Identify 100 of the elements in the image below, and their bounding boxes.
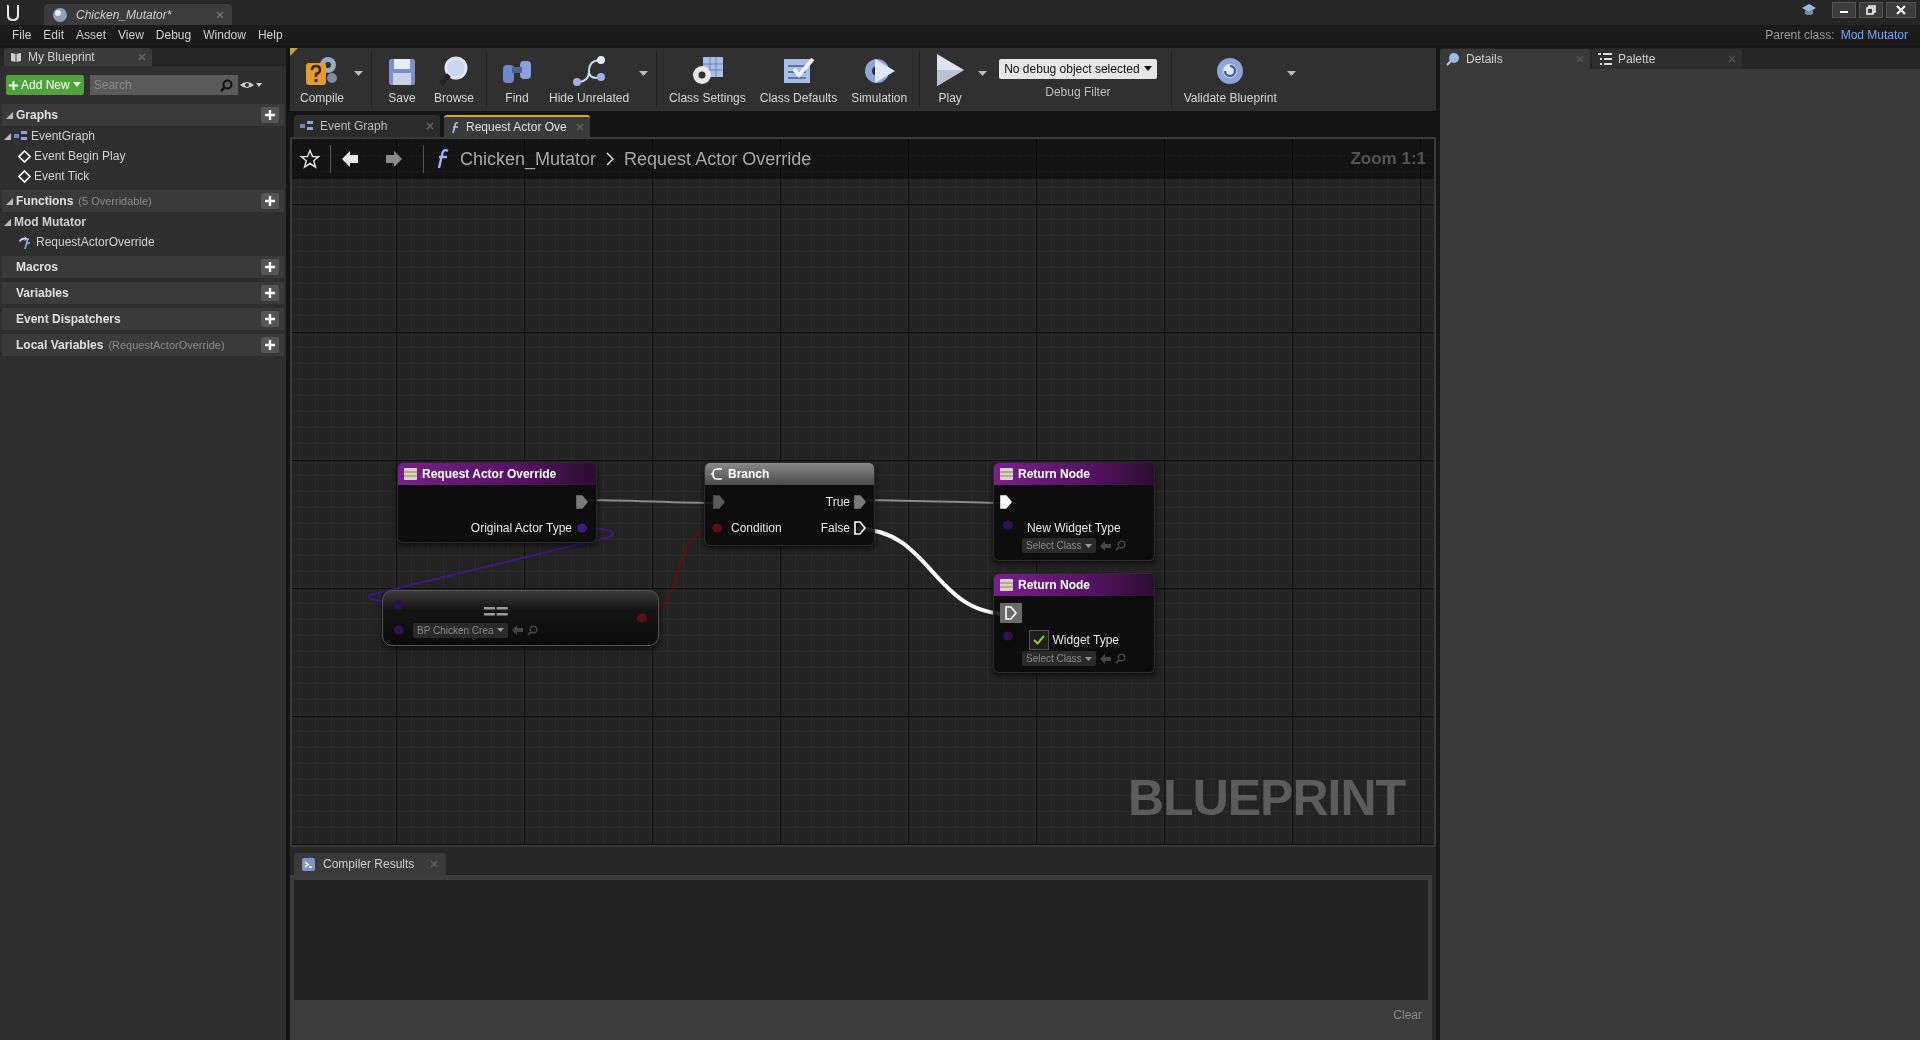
dropdown-arrow-icon[interactable]	[1286, 70, 1296, 77]
breadcrumb-link[interactable]: Chicken_Mutator	[460, 145, 597, 173]
pin-label: Widget Type	[1052, 632, 1120, 649]
tree-item[interactable]: Event Tick	[34, 167, 90, 185]
add-button[interactable]	[261, 193, 279, 209]
section-header[interactable]: Variables	[2, 282, 284, 304]
forward-arrow-icon[interactable]	[385, 150, 403, 168]
expand-arrow-icon[interactable]	[4, 218, 11, 226]
star-icon[interactable]	[300, 149, 320, 169]
tree-item[interactable]: RequestActorOverride	[36, 233, 155, 251]
plus-icon	[265, 288, 275, 298]
dropdown-arrow-icon[interactable]	[354, 70, 363, 77]
menu-item[interactable]: Edit	[37, 26, 71, 44]
corner-marker-icon	[290, 48, 298, 56]
connected-nodes-icon	[572, 55, 607, 87]
toolbar-button[interactable]: Validate Blueprint	[1177, 48, 1283, 111]
section-header[interactable]: Local Variables (RequestActorOverride)	[2, 334, 284, 356]
toolbar-button[interactable]: Class Settings	[663, 48, 752, 111]
tree-item[interactable]: Event Begin Play	[34, 147, 126, 165]
expand-arrow-icon[interactable]	[6, 111, 13, 119]
caret-icon	[1143, 66, 1152, 71]
play-icon	[935, 53, 966, 87]
section-header[interactable]: Graphs	[2, 104, 284, 126]
back-arrow-icon[interactable]	[341, 150, 359, 168]
graduation-cap-icon[interactable]	[1801, 3, 1817, 17]
minimize-button[interactable]	[1832, 2, 1856, 18]
menu-item[interactable]: Debug	[149, 26, 198, 44]
node-header: Branch	[705, 463, 874, 485]
add-button[interactable]	[261, 311, 279, 327]
dropdown-arrow-icon[interactable]	[639, 70, 649, 77]
list-icon	[1598, 53, 1612, 65]
toolbar-button[interactable]: Class Defaults	[753, 48, 844, 111]
chevron-icon	[606, 152, 615, 166]
toolbar-button[interactable]: Play	[926, 48, 975, 111]
debug-filter-label: Debug Filter	[1045, 83, 1111, 101]
toolbar-button[interactable]: Browse	[428, 48, 481, 111]
expand-arrow-icon[interactable]	[6, 197, 13, 205]
blueprint-node[interactable]: Return Node New Widget Type Select Class	[993, 462, 1155, 561]
checkmark-icon	[1032, 635, 1045, 645]
dropdown-arrow-icon[interactable]	[978, 70, 988, 77]
restore-button[interactable]	[1859, 2, 1883, 18]
node-function-icon	[1000, 468, 1013, 480]
toolbar-button[interactable]: Compile	[294, 48, 350, 111]
graph-icon	[14, 131, 28, 141]
class-picker-dropdown[interactable]: BP Chicken Crea	[413, 622, 508, 638]
close-icon	[1896, 5, 1906, 15]
blueprint-node[interactable]: BP Chicken Crea ==	[382, 590, 659, 646]
graph-icon	[300, 121, 314, 131]
add-button[interactable]	[261, 107, 279, 123]
section-header[interactable]: Macros	[2, 256, 284, 278]
toolbar-button[interactable]: Hide Unrelated	[543, 48, 636, 111]
close-icon[interactable]	[426, 122, 434, 130]
my-blueprint-tab[interactable]: My Blueprint	[4, 48, 152, 66]
parent-class-link[interactable]: Mod Mutator	[1840, 26, 1908, 44]
add-button[interactable]	[261, 337, 279, 353]
toolbar-button[interactable]: Save	[378, 48, 426, 111]
tree-item[interactable]: EventGraph	[31, 127, 96, 145]
pin-label: Original Actor Type	[470, 520, 572, 537]
panel-tab[interactable]: Details	[1440, 49, 1590, 69]
menu-item[interactable]: Window	[197, 26, 252, 44]
expand-arrow-icon[interactable]	[4, 132, 11, 140]
logo-icon	[4, 2, 22, 22]
breadcrumb-link[interactable]: Request Actor Override	[624, 145, 812, 173]
menu-item[interactable]: View	[112, 26, 150, 44]
section-header[interactable]: Event Dispatchers	[2, 308, 284, 330]
diamond-icon	[18, 169, 31, 183]
panel-tab[interactable]: Palette	[1592, 49, 1742, 69]
pin-label: False	[820, 520, 850, 537]
search-icon	[219, 78, 233, 92]
blueprint-node[interactable]: Return Node Widget Type Select Class	[993, 573, 1155, 673]
plus-icon	[265, 262, 275, 272]
close-button[interactable]	[1886, 2, 1916, 18]
caret-icon	[496, 628, 504, 632]
blueprint-watermark: BLUEPRINT	[1128, 773, 1406, 823]
diamond-icon	[18, 149, 31, 163]
checkbox[interactable]	[1028, 630, 1049, 650]
branch-icon	[711, 467, 723, 481]
operator-symbol: ==	[483, 601, 509, 623]
toolbar-button[interactable]: Simulation	[845, 48, 914, 111]
restore-icon	[1866, 5, 1876, 15]
node-function-icon	[404, 468, 417, 480]
toolbar-button[interactable]: Find	[493, 48, 542, 111]
close-icon[interactable]	[216, 10, 224, 19]
section-header[interactable]: Functions (5 Overridable)	[2, 190, 284, 212]
menu-item[interactable]: File	[6, 26, 38, 44]
debug-object-dropdown[interactable]: No debug object selected	[999, 58, 1157, 79]
menu-item[interactable]: Help	[251, 26, 289, 44]
plus-icon	[265, 110, 275, 120]
blueprint-asset-icon	[52, 6, 68, 23]
compiler-results-tab[interactable]: Compiler Results	[294, 853, 447, 875]
add-button[interactable]	[261, 285, 279, 301]
menu-item[interactable]: Asset	[70, 26, 113, 44]
asset-tab[interactable]: Chicken_Mutator*	[44, 4, 232, 25]
document-tab[interactable]: Event Graph	[294, 115, 440, 137]
add-button[interactable]	[261, 259, 279, 275]
section-note: (RequestActorOverride)	[108, 337, 225, 353]
document-tab[interactable]: Request Actor Ove	[444, 115, 590, 137]
class-picker-dropdown[interactable]: Select Class	[1022, 538, 1096, 553]
eye-icon[interactable]	[238, 80, 263, 90]
class-picker-dropdown[interactable]: Select Class	[1022, 651, 1096, 666]
